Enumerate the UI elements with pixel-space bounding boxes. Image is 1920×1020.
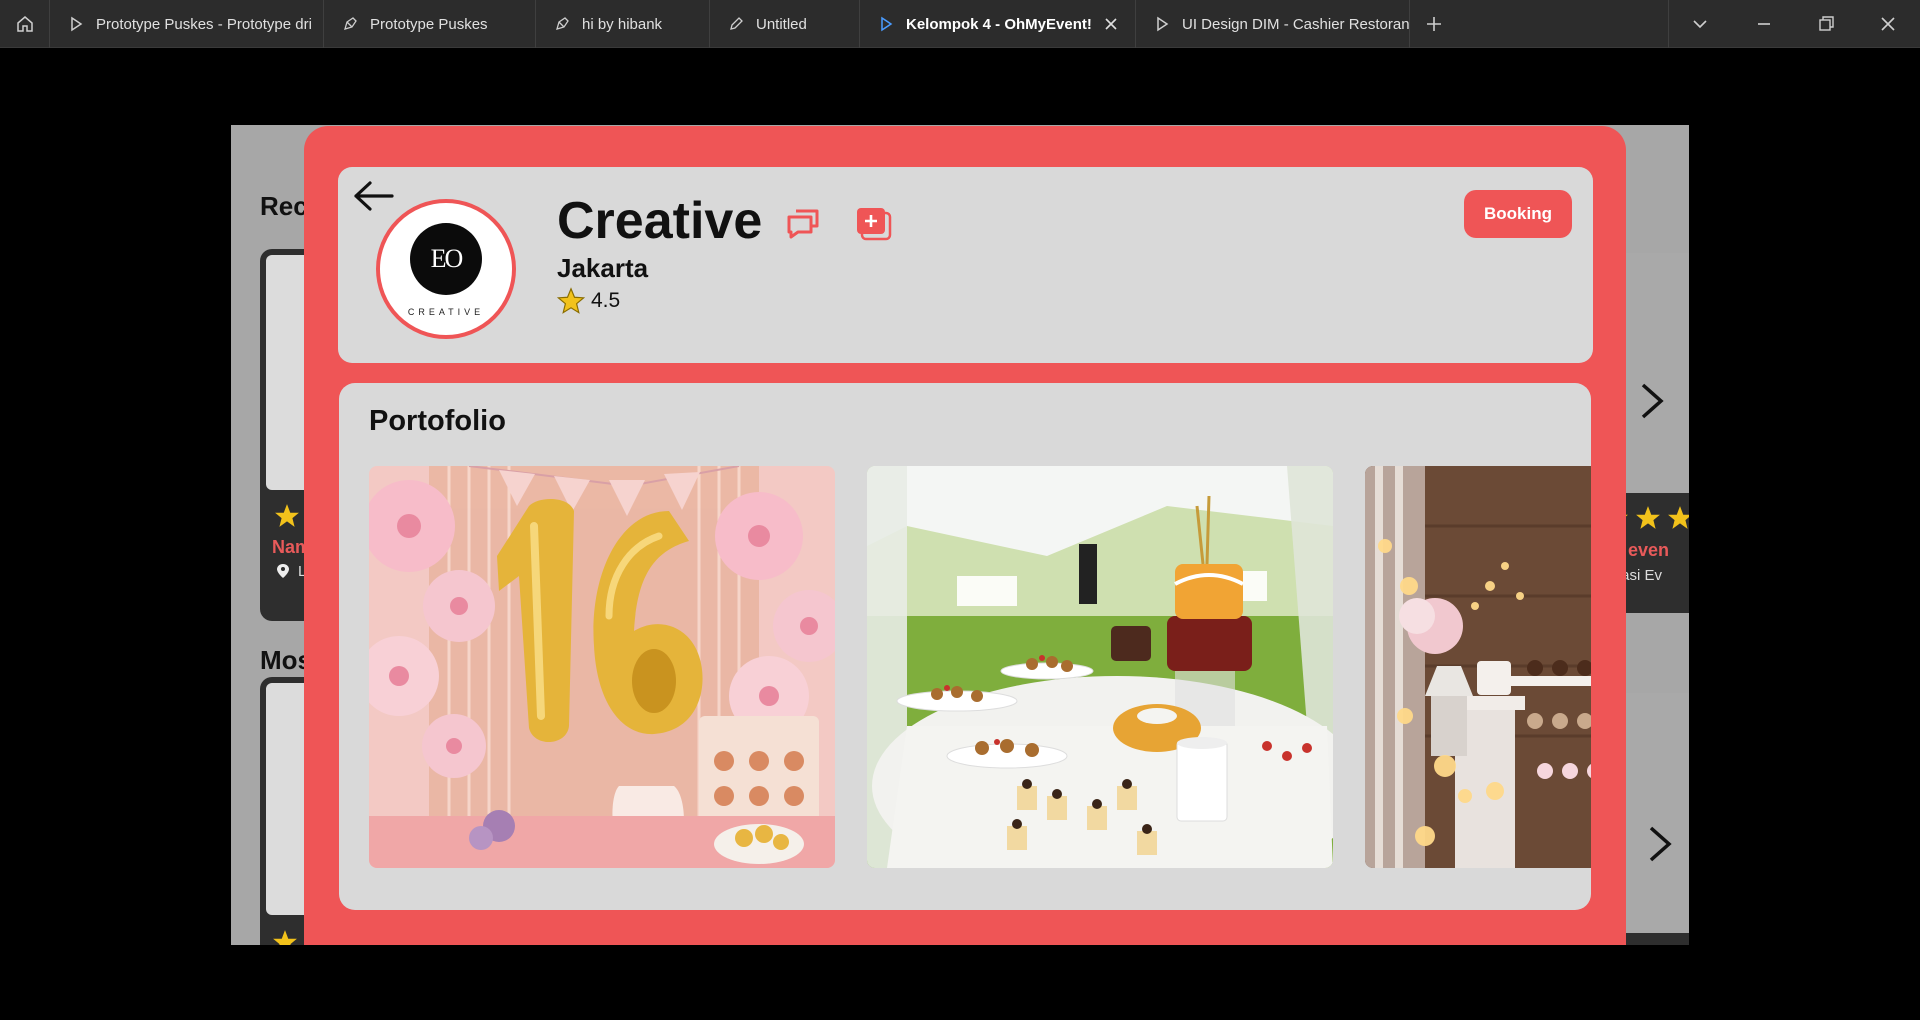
tab-kelompok-4-ohmyevent[interactable]: Kelompok 4 - OhMyEvent! P [860, 0, 1136, 48]
tab-hi-by-hibank[interactable]: hi by hibank [536, 0, 710, 48]
home-icon [16, 16, 33, 32]
titlebar-divider [1668, 0, 1669, 48]
portfolio-photo-birthday[interactable] [369, 466, 835, 868]
tab-prototype-puskes-drive[interactable]: Prototype Puskes - Prototype dri [50, 0, 324, 48]
restore-icon[interactable] [1816, 14, 1836, 34]
play-icon [881, 16, 893, 32]
close-tab-icon[interactable] [1103, 16, 1119, 32]
figma-pen-icon [556, 17, 569, 30]
birthday-16-balloons-photo [369, 466, 835, 868]
chat-icon[interactable] [786, 207, 820, 239]
star-icon [1636, 506, 1660, 529]
tab-ui-design-dim-cashier[interactable]: UI Design DIM - Cashier Restoran [1136, 0, 1410, 48]
vendor-profile-card: EO CREATIVE Creative Jakarta 4.5 Booking [338, 167, 1593, 363]
play-icon [71, 16, 83, 32]
vendor-detail-modal: EO CREATIVE Creative Jakarta 4.5 Booking… [304, 126, 1626, 945]
portfolio-title: Portofolio [369, 405, 506, 437]
minimize-icon[interactable] [1754, 14, 1774, 34]
star-icon [557, 287, 585, 314]
rustic-cake-table-photo [1365, 466, 1591, 868]
vendor-logo: EO CREATIVE [376, 199, 516, 339]
tab-label: Prototype Puskes - Prototype dri [96, 15, 312, 33]
add-to-list-icon[interactable] [856, 207, 892, 241]
booking-button[interactable]: Booking [1464, 190, 1572, 238]
new-tab-icon[interactable] [1424, 14, 1444, 34]
chevron-right-icon[interactable] [1643, 824, 1677, 864]
back-arrow-icon[interactable] [352, 179, 394, 213]
vendor-logo-mark: EO [410, 223, 482, 295]
vendor-name: Creative [557, 192, 763, 250]
tab-label: Kelompok 4 - OhMyEvent! P [906, 15, 1091, 33]
browser-titlebar: Prototype Puskes - Prototype dri Prototy… [0, 0, 1920, 48]
tab-prototype-puskes[interactable]: Prototype Puskes [324, 0, 536, 48]
portfolio-section: Portofolio [339, 383, 1591, 910]
vendor-city: Jakarta [557, 253, 649, 283]
tab-label: Prototype Puskes [370, 15, 488, 33]
home-button[interactable] [0, 0, 50, 48]
vendor-rating: 4.5 [591, 289, 621, 312]
tab-untitled[interactable]: Untitled [710, 0, 860, 48]
tab-label: Untitled [756, 15, 807, 33]
tab-label: UI Design DIM - Cashier Restoran [1182, 15, 1409, 33]
vendor-logo-wordmark: CREATIVE [407, 307, 485, 317]
play-icon [1157, 16, 1169, 32]
background-section-heading: Rec [260, 191, 308, 221]
figma-pen-icon [344, 17, 357, 30]
location-pin-icon [277, 564, 289, 578]
close-window-icon[interactable] [1878, 14, 1898, 34]
tab-label: hi by hibank [582, 15, 663, 33]
wedding-dessert-table-photo [867, 466, 1333, 868]
star-icon [273, 930, 297, 945]
star-icon [275, 504, 299, 527]
pencil-icon [730, 17, 743, 30]
portfolio-photo-dessert-table[interactable] [867, 466, 1333, 868]
portfolio-photo-rustic-table[interactable] [1365, 466, 1591, 868]
chevron-right-icon[interactable] [1635, 381, 1669, 421]
star-icon [1668, 506, 1689, 529]
chevron-down-icon[interactable] [1690, 14, 1710, 34]
